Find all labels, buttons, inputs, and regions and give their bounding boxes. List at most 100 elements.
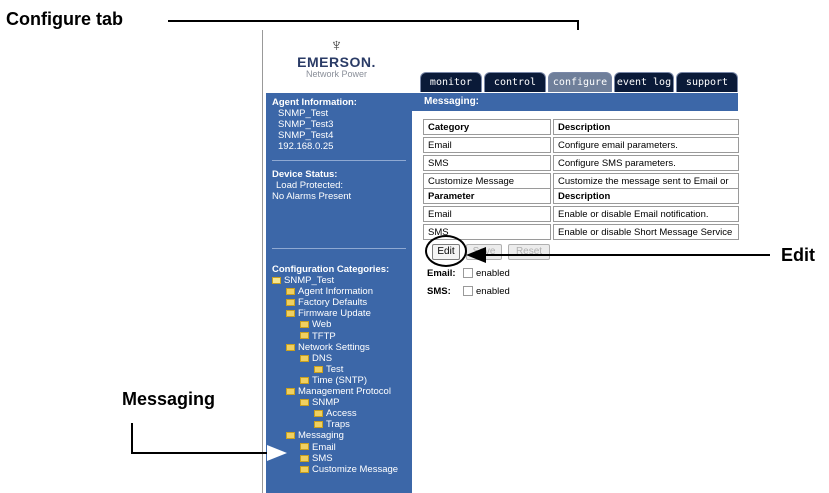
emerson-logo: ♆ EMERSON. Network Power [265,35,408,95]
column-header: Parameter [423,188,551,204]
folder-icon [272,276,281,284]
tree-item-label: Customize Message [312,463,399,475]
table-row[interactable]: Email Configure email parameters. [423,137,739,153]
folder-icon [314,421,323,429]
folder-icon [300,332,309,340]
configure-tab-callout: Configure tab [6,9,123,29]
folder-icon [314,365,323,373]
table-row[interactable]: SMS Configure SMS parameters. [423,155,739,171]
emerson-mark-icon: ♆ [329,35,344,55]
callout-line [484,254,770,256]
tab-monitor[interactable]: monitor [420,72,482,92]
folder-icon [300,321,309,329]
folder-icon [286,387,295,395]
tree-item-label: Management Protocol [298,386,391,397]
callout-line [168,20,579,22]
tree-item[interactable]: SNMP_Test [272,275,334,286]
column-header: Description [553,188,739,204]
email-checkbox[interactable] [463,268,473,279]
tree-item[interactable]: Factory Defaults [286,297,367,308]
email-label: Email: [427,268,456,279]
folder-icon [286,343,295,351]
tree-item[interactable]: SNMP [300,397,339,408]
tree-item-label: Network Settings [298,341,370,353]
tree-item-label: Factory Defaults [298,297,368,309]
tab-event-log[interactable]: event log [614,72,674,92]
divider [272,248,406,249]
sms-setting: SMS: enabled [427,286,510,297]
table-cell: Enable or disable Short Message Service [553,224,739,240]
reset-button[interactable]: Reset [508,244,550,260]
folder-icon [300,354,309,362]
sms-checkbox[interactable] [463,286,473,297]
tree-item[interactable]: Messaging [286,430,344,441]
device-status-heading: Device Status: [272,169,338,180]
logo-name: EMERSON. [297,54,376,70]
tree-item-label: DNS [312,352,333,364]
tab-configure[interactable]: configure [548,72,612,92]
folder-icon [300,376,309,384]
tree-item-label: TFTP [312,330,336,342]
tree-item-label: SNMP_Test [284,275,335,286]
table-header-row: Parameter Description [423,188,739,204]
tree-item[interactable]: Test [314,364,343,375]
content-heading: Messaging: [412,93,738,111]
tree-item[interactable]: SMS [300,453,333,464]
tree-item-label: Time (SNTP) [312,374,368,386]
tree-item[interactable]: Network Settings [286,342,370,353]
table-cell[interactable]: Email [423,137,551,153]
device-line: Load Protected: [276,180,344,191]
tree-item-label: Access [326,408,357,420]
callout-line [131,452,271,454]
tree-item-label: Firmware Update [298,308,371,320]
agent-line: 192.168.0.25 [278,141,334,152]
tree-item-label: Traps [326,419,350,431]
tree-item[interactable]: Management Protocol [286,386,391,397]
tree-item[interactable]: Firmware Update [286,308,371,319]
folder-icon [300,454,309,462]
tree-item[interactable]: Traps [314,419,350,430]
tree-item[interactable]: Customize Message [300,464,398,475]
divider [272,160,406,161]
arrow-left-icon [466,247,486,263]
tab-control[interactable]: control [484,72,546,92]
folder-icon [314,410,323,418]
table-cell: Configure email parameters. [553,137,739,153]
agent-line: SNMP_Test4 [278,130,334,141]
tree-item-label: SMS [312,452,333,464]
agent-line: SNMP_Test3 [278,119,334,130]
folder-icon [300,465,309,473]
tree-item[interactable]: Agent Information [286,286,373,297]
table-row: SMS Enable or disable Short Message Serv… [423,224,739,240]
config-categories-heading: Configuration Categories: [272,264,390,275]
table-cell: Configure SMS parameters. [553,155,739,171]
edit-highlight-ring [425,235,467,267]
table-header-row: Category Description [423,119,739,135]
sidebar: Agent Information: SNMP_Test SNMP_Test3 … [266,93,412,493]
tree-item[interactable]: DNS [300,353,332,364]
email-setting: Email: enabled [427,268,510,279]
table-cell[interactable]: SMS [423,155,551,171]
agent-info-heading: Agent Information: [272,97,357,108]
tree-item[interactable]: Access [314,408,357,419]
folder-icon [286,432,295,440]
agent-line: SNMP_Test [278,108,329,119]
tree-item-label: Messaging [298,430,344,442]
arrow-right-icon [267,445,287,461]
email-value: enabled [476,268,510,279]
callout-line [131,423,133,454]
table-row: Email Enable or disable Email notificati… [423,206,739,222]
device-line: No Alarms Present [272,191,352,202]
folder-icon [300,399,309,407]
folder-icon [300,443,309,451]
table-cell: Enable or disable Email notification. [553,206,739,222]
tree-item[interactable]: TFTP [300,331,336,342]
tree-item[interactable]: Time (SNTP) [300,375,367,386]
folder-icon [286,288,295,296]
tree-item-label: Web [312,319,332,331]
category-table: Category Description Email Configure ema… [421,117,741,191]
tree-item[interactable]: Email [300,442,336,453]
tree-item[interactable]: Web [300,319,331,330]
tree-item-label: Agent Information [298,286,373,298]
tab-support[interactable]: support [676,72,738,92]
